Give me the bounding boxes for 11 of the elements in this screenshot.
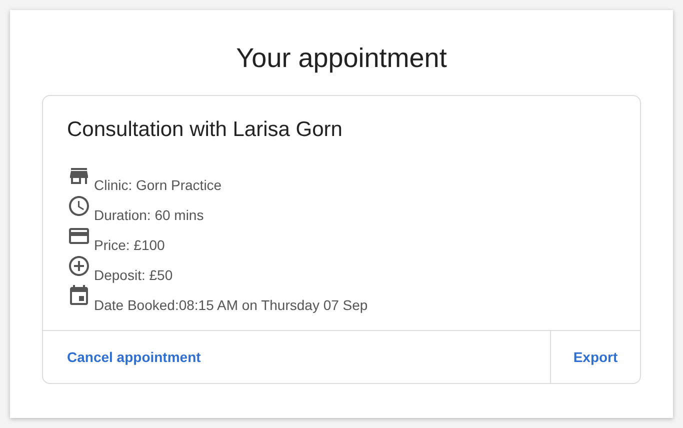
detail-text: Clinic: Gorn Practice	[94, 176, 222, 194]
detail-text: Price: £100	[94, 236, 165, 254]
page-title: Your appointment	[236, 42, 447, 75]
appointment-heading: Consultation with Larisa Gorn	[67, 117, 344, 143]
clock-icon	[67, 194, 91, 218]
detail-text: Deposit: £50	[94, 266, 173, 284]
calendar-icon	[67, 284, 91, 308]
detail-text: Date Booked:08:15 AM on Thursday 07 Sep	[94, 296, 368, 314]
export-link[interactable]: Export	[550, 331, 640, 383]
detail-text: Duration: 60 mins	[94, 206, 204, 224]
cancel-link[interactable]: Cancel appointment	[43, 331, 550, 383]
